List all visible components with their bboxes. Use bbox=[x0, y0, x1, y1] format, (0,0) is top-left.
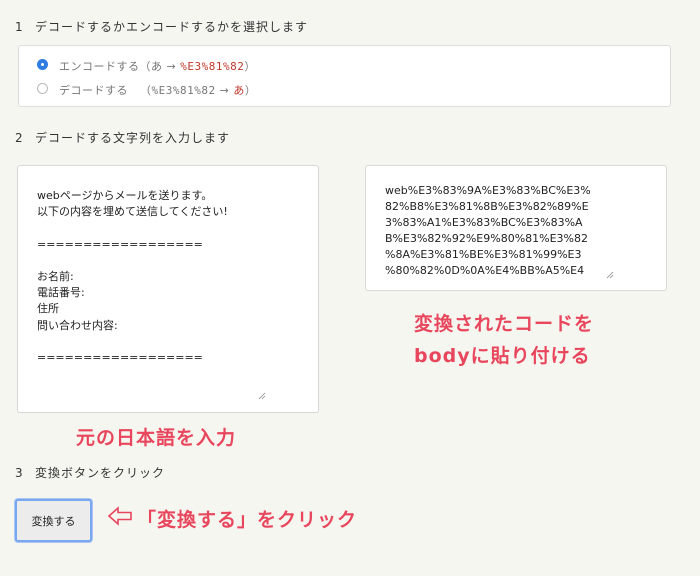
step-2-number: 2 bbox=[15, 131, 24, 145]
step-3-heading: 3 変換ボタンをクリック bbox=[15, 464, 165, 481]
input-textarea[interactable]: webページからメールを送ります。 以下の内容を埋めて送信してください! ===… bbox=[17, 165, 319, 413]
input-textarea-text: webページからメールを送ります。 以下の内容を埋めて送信してください! ===… bbox=[37, 189, 228, 365]
output-annotation-line2: bodyに貼り付ける bbox=[414, 345, 591, 367]
encode-label-text: エンコードする bbox=[59, 60, 140, 73]
step-1-label: デコードするかエンコードするかを選択します bbox=[35, 20, 309, 34]
encode-example-close: ） bbox=[244, 60, 256, 73]
decode-example-char: あ bbox=[233, 84, 245, 97]
step-1-number: 1 bbox=[15, 20, 24, 34]
encode-example-code: %E3%81%82 bbox=[180, 60, 245, 73]
step-2-heading: 2 デコードする文字列を入力します bbox=[15, 129, 230, 146]
button-annotation: 「変換する」をクリック bbox=[137, 509, 358, 531]
input-annotation: 元の日本語を入力 bbox=[76, 427, 237, 449]
step-1-heading: 1 デコードするかエンコードするかを選択します bbox=[15, 18, 308, 35]
step-2-label: デコードする文字列を入力します bbox=[35, 131, 231, 145]
resize-handle-icon[interactable] bbox=[258, 392, 266, 400]
convert-button[interactable]: 変換する bbox=[15, 499, 92, 542]
encode-example-open: （あ → bbox=[139, 60, 181, 73]
decode-example-arrow: → bbox=[215, 84, 234, 97]
step-3-number: 3 bbox=[15, 466, 24, 480]
encode-radio-button[interactable] bbox=[37, 59, 48, 70]
decode-radio-button[interactable] bbox=[37, 83, 48, 94]
output-annotation-line1: 変換されたコードを bbox=[414, 313, 595, 335]
output-textarea-text: web%E3%83%9A%E3%83%BC%E3% 82%B8%E3%81%8B… bbox=[385, 184, 591, 277]
mode-radio-group: エンコードする（あ → %E3%81%82） デコードする （%E3%81%82… bbox=[18, 45, 671, 107]
decode-example-code: %E3%81%82 bbox=[151, 84, 216, 97]
step-3-label: 変換ボタンをクリック bbox=[35, 466, 166, 480]
encode-radio-label[interactable]: エンコードする（あ → %E3%81%82） bbox=[59, 58, 256, 74]
left-arrow-icon bbox=[107, 506, 132, 526]
decode-example-open: （ bbox=[140, 84, 152, 97]
decode-label-text: デコードする bbox=[59, 84, 128, 97]
decode-example-close: ） bbox=[244, 84, 257, 97]
decode-radio-label[interactable]: デコードする （%E3%81%82 → あ） bbox=[59, 82, 256, 98]
output-textarea[interactable]: web%E3%83%9A%E3%83%BC%E3% 82%B8%E3%81%8B… bbox=[365, 165, 667, 291]
resize-handle-icon[interactable] bbox=[606, 271, 614, 279]
